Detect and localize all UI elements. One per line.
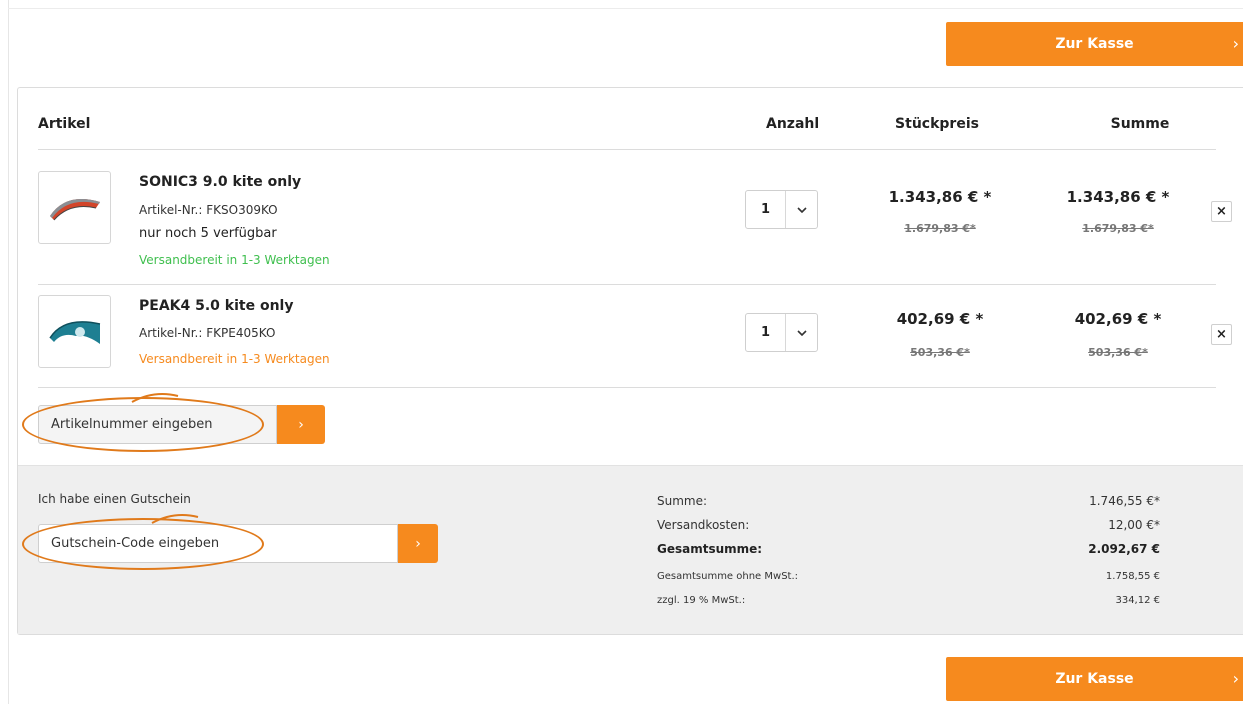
article-number-input[interactable]: Artikelnummer eingeben [38, 405, 277, 444]
unit-price: 1.343,86 € * [888, 188, 992, 206]
product-title[interactable]: SONIC3 9.0 kite only [139, 174, 301, 190]
table-divider [38, 387, 1216, 388]
chevron-right-icon: › [415, 535, 421, 552]
close-icon: × [1216, 204, 1227, 219]
column-header-artikel: Artikel [38, 116, 91, 132]
quantity-select[interactable]: 1 [745, 190, 818, 229]
line-total-old: 503,36 €* [1088, 346, 1148, 359]
line-total: 1.343,86 € * [1066, 188, 1170, 206]
summary-value-summe: 1.746,55 €* [1089, 494, 1160, 508]
unit-price: 402,69 € * [896, 310, 984, 328]
product-thumbnail[interactable] [38, 295, 111, 368]
checkout-button-top[interactable]: Zur Kasse › [946, 22, 1243, 66]
summary-label-netto: Gesamtsumme ohne MwSt.: [657, 571, 799, 582]
chevron-right-icon: › [1232, 669, 1239, 688]
column-header-summe: Summe [1110, 116, 1170, 132]
kite-teal-icon [48, 320, 100, 344]
shipping-info: Versandbereit in 1-3 Werktagen [139, 352, 330, 366]
article-number-placeholder: Artikelnummer eingeben [51, 417, 213, 432]
table-divider [38, 149, 1216, 150]
page-top-border [8, 8, 1243, 9]
line-total: 402,69 € * [1074, 310, 1162, 328]
summary-label-mwst: zzgl. 19 % MwSt.: [657, 595, 746, 606]
add-article-button[interactable]: › [277, 405, 325, 444]
page-left-border [8, 0, 9, 704]
chevron-down-icon [786, 203, 817, 216]
remove-item-button[interactable]: × [1211, 201, 1232, 222]
summary-label-versand: Versandkosten: [657, 518, 750, 532]
chevron-right-icon: › [298, 416, 304, 433]
voucher-placeholder: Gutschein-Code eingeben [51, 536, 220, 551]
chevron-right-icon: › [1232, 34, 1239, 53]
table-divider [38, 284, 1216, 285]
checkout-button-label: Zur Kasse [1055, 36, 1134, 52]
product-title[interactable]: PEAK4 5.0 kite only [139, 298, 293, 314]
summary-label-summe: Summe: [657, 494, 708, 508]
unit-price-old: 503,36 €* [910, 346, 970, 359]
chevron-down-icon [786, 326, 817, 339]
close-icon: × [1216, 327, 1227, 342]
quantity-select[interactable]: 1 [745, 313, 818, 352]
unit-price-old: 1.679,83 €* [904, 222, 976, 235]
apply-voucher-button[interactable]: › [398, 524, 438, 563]
summary-label-gesamt: Gesamtsumme: [657, 542, 763, 556]
summary-value-mwst: 334,12 € [1115, 595, 1160, 606]
remove-item-button[interactable]: × [1211, 324, 1232, 345]
line-total-old: 1.679,83 €* [1082, 222, 1154, 235]
quantity-value: 1 [746, 314, 786, 351]
column-header-stueckpreis: Stückpreis [895, 116, 979, 132]
product-sku: Artikel-Nr.: FKPE405KO [139, 326, 276, 340]
voucher-label: Ich habe einen Gutschein [38, 492, 191, 506]
column-header-anzahl: Anzahl [766, 116, 820, 132]
product-thumbnail[interactable] [38, 171, 111, 244]
summary-value-netto: 1.758,55 € [1105, 571, 1160, 582]
summary-value-versand: 12,00 €* [1108, 518, 1160, 532]
checkout-button-label: Zur Kasse [1055, 671, 1134, 687]
voucher-code-input[interactable]: Gutschein-Code eingeben [38, 524, 398, 563]
quantity-value: 1 [746, 191, 786, 228]
checkout-button-bottom[interactable]: Zur Kasse › [946, 657, 1243, 701]
product-sku: Artikel-Nr.: FKSO309KO [139, 203, 278, 217]
shipping-info: Versandbereit in 1-3 Werktagen [139, 253, 330, 267]
summary-value-gesamt: 2.092,67 € [1088, 542, 1160, 556]
kite-red-icon [49, 198, 100, 220]
stock-info: nur noch 5 verfügbar [139, 226, 277, 241]
